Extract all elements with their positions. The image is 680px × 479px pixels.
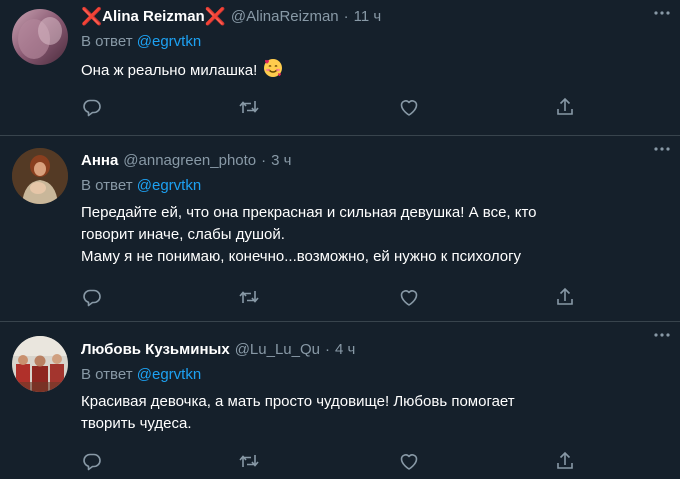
display-name[interactable]: Alina Reizman <box>102 6 205 28</box>
heart-icon[interactable] <box>398 286 420 308</box>
heart-icon[interactable] <box>398 450 420 472</box>
tweet-text: Красивая девочка, а мать просто чудовище… <box>81 393 515 432</box>
more-horizontal-icon[interactable] <box>652 325 672 345</box>
tweet-reply[interactable]: Анна @annagreen_photo · 3 ч В ответ @egr… <box>0 136 680 322</box>
more-horizontal-icon[interactable] <box>652 139 672 159</box>
tweet-text-body: Она ж реально милашка! <box>81 62 262 79</box>
username-handle[interactable]: @AlinaReizman <box>231 6 339 28</box>
share-icon[interactable] <box>554 286 576 308</box>
display-name[interactable]: Анна <box>81 150 118 172</box>
timestamp[interactable]: 3 ч <box>271 150 291 172</box>
reply-bubble-icon[interactable] <box>81 450 103 472</box>
cross-mark-emoji: ❌ <box>204 7 226 26</box>
reply-mention-link[interactable]: @egrvtkn <box>137 366 201 383</box>
reply-mention-link[interactable]: @egrvtkn <box>137 177 201 194</box>
retweet-icon[interactable] <box>238 286 260 308</box>
retweet-icon[interactable] <box>238 96 260 118</box>
timestamp[interactable]: 11 ч <box>354 6 382 28</box>
reply-label: В ответ <box>81 33 137 50</box>
avatar[interactable] <box>12 336 68 392</box>
display-name[interactable]: Любовь Кузьминых <box>81 339 230 361</box>
reply-bubble-icon[interactable] <box>81 286 103 308</box>
reply-bubble-icon[interactable] <box>81 96 103 118</box>
smiling-face-with-hearts-emoji <box>263 58 283 85</box>
tweet-header: Любовь Кузьминых @Lu_Lu_Qu · 4 ч <box>81 339 668 361</box>
reply-mention-link[interactable]: @egrvtkn <box>137 33 201 50</box>
username-handle[interactable]: @annagreen_photo <box>123 150 256 172</box>
tweet-header: ❌ Alina Reizman ❌ @AlinaReizman · 11 ч <box>81 6 668 28</box>
separator-dot: · <box>343 8 349 25</box>
username-handle[interactable]: @Lu_Lu_Qu <box>235 339 320 361</box>
tweet-text: Она ж реально милашка! <box>81 58 668 85</box>
separator-dot: · <box>261 152 267 169</box>
avatar[interactable] <box>12 148 68 204</box>
tweet-header: Анна @annagreen_photo · 3 ч <box>81 150 668 172</box>
share-icon[interactable] <box>554 96 576 118</box>
separator-dot: · <box>324 341 330 358</box>
cross-mark-emoji: ❌ <box>81 7 103 26</box>
tweet-reply[interactable]: ❌ Alina Reizman ❌ @AlinaReizman · 11 ч В… <box>0 0 680 136</box>
tweet-actions <box>81 96 581 118</box>
reply-label: В ответ <box>81 366 137 383</box>
reply-context: В ответ @egrvtkn <box>81 365 668 385</box>
reply-context: В ответ @egrvtkn <box>81 176 668 196</box>
tweet-reply[interactable]: Любовь Кузьминых @Lu_Lu_Qu · 4 ч В ответ… <box>0 322 680 479</box>
tweet-actions <box>81 450 581 472</box>
tweet-actions <box>81 286 581 308</box>
reply-context: В ответ @egrvtkn <box>81 32 668 52</box>
retweet-icon[interactable] <box>238 450 260 472</box>
avatar[interactable] <box>12 9 68 65</box>
timestamp[interactable]: 4 ч <box>335 339 355 361</box>
share-icon[interactable] <box>554 450 576 472</box>
heart-icon[interactable] <box>398 96 420 118</box>
reply-label: В ответ <box>81 177 137 194</box>
more-horizontal-icon[interactable] <box>652 3 672 23</box>
tweet-text: Передайте ей, что она прекрасная и сильн… <box>81 204 537 265</box>
